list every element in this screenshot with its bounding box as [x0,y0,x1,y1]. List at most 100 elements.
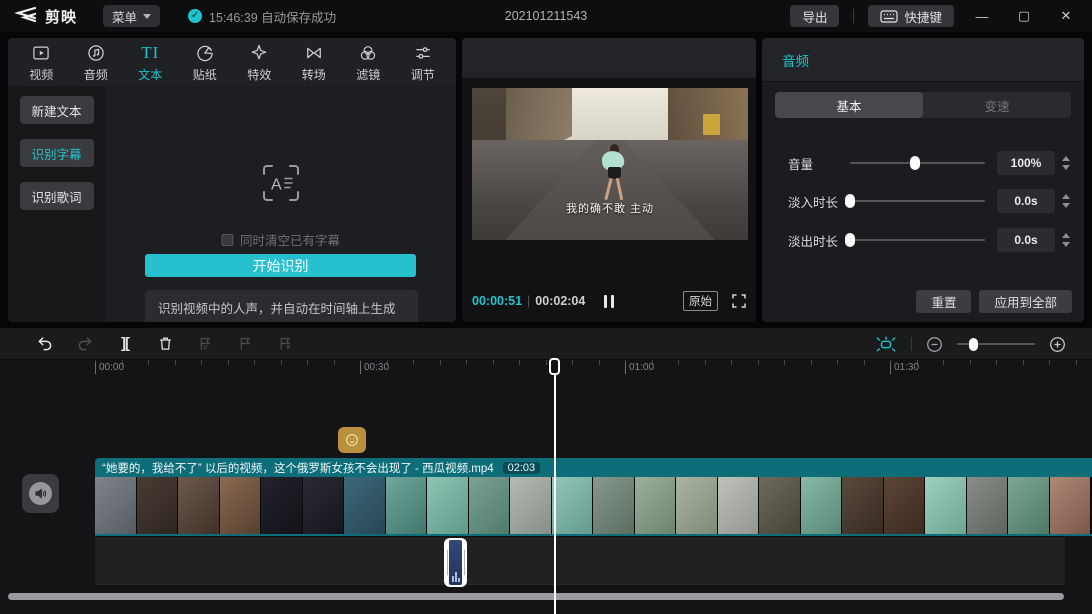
menu-button[interactable]: 菜单 [103,5,161,27]
ruler-tick [307,360,308,365]
clip-thumbnail [385,477,426,534]
step-down-icon[interactable] [1062,203,1070,208]
checkbox-label: 同时清空已有字幕 [239,234,341,248]
fade-out-slider[interactable] [845,233,985,247]
tab-transition[interactable]: 转场 [287,42,342,83]
clip-thumbnail [717,477,758,534]
sidebar-item-recognize-subtitles[interactable]: 识别字幕 [19,139,94,167]
apply-to-all-button[interactable]: 应用到全部 [979,290,1072,313]
original-quality-button[interactable]: 原始 [683,291,718,311]
ruler-tick [466,360,467,365]
clear-existing-subtitles-checkbox[interactable] [220,233,233,246]
selected-audio-clip[interactable] [444,538,467,587]
tab-text[interactable]: TI 文本 [123,42,178,83]
ruler-tick [413,360,414,365]
audio-icon [86,42,106,64]
clip-thumbnail [427,477,468,534]
tab-adjust[interactable]: 调节 [396,42,451,83]
chevron-down-icon [143,13,152,19]
sidebar-item-new-text[interactable]: 新建文本 [19,96,94,124]
preview-subtitle: 我的确不敢 主动 [565,203,655,215]
flag-x-icon[interactable] [276,335,294,353]
close-button[interactable]: ✕ [1052,5,1080,27]
zoom-out-icon[interactable] [926,336,943,353]
ruler-tick [731,360,732,365]
step-up-icon[interactable] [1062,156,1070,161]
slider-thumb[interactable] [909,156,920,170]
ruler-label: 01:30 [890,362,919,374]
subtitle-scan-icon: A [261,163,301,203]
recognize-subtitles-pane: A 同时清空已有字幕 开始识别 识别视频中的人声，并自动在时间轴上生成字幕文本。 [105,86,456,322]
horizontal-scrollbar[interactable] [8,593,1064,600]
volume-slider[interactable] [850,156,985,170]
keyboard-icon [880,9,899,23]
ruler-tick [201,360,202,365]
undo-icon[interactable] [36,335,54,353]
tab-audio[interactable]: 音频 [69,42,124,83]
timeline-zoom-slider[interactable] [957,337,1035,351]
maximize-button[interactable]: ▢ [1010,5,1038,27]
timeline-toolbar: ][ [0,328,1092,360]
ruler-tick [943,360,944,365]
pause-button[interactable] [604,294,614,308]
sticker-clip[interactable] [338,427,366,453]
reset-button[interactable]: 重置 [916,290,972,313]
fade-in-value[interactable]: 0.0s [997,189,1055,213]
track-mute-button[interactable] [22,474,59,513]
timeline-ruler[interactable]: 00:00 00:30 01:00 01:30 [0,358,1092,380]
snap-toggle-icon[interactable] [875,335,897,353]
delete-icon[interactable] [156,335,174,353]
clip-thumbnail [634,477,675,534]
tab-sticker[interactable]: 贴纸 [178,42,233,83]
slider-thumb[interactable] [845,233,855,247]
minimize-button[interactable]: — [968,5,996,27]
export-button[interactable]: 导出 [790,5,840,27]
clip-thumbnail [925,477,966,534]
fullscreen-icon[interactable] [732,294,746,308]
audio-track[interactable] [95,538,1065,587]
fade-in-stepper[interactable] [1062,194,1070,208]
sidebar-item-recognize-lyrics[interactable]: 识别歌词 [19,182,94,210]
filter-icon [358,42,378,64]
video-preview[interactable]: 我的确不敢 主动 [472,88,748,240]
video-track-clip[interactable]: “她要的，我给不了” 以后的视频，这个俄罗斯女孩不会出现了 - 西瓜视频.mp4… [95,458,1092,536]
fade-out-stepper[interactable] [1062,233,1070,247]
zoom-in-icon[interactable] [1049,336,1066,353]
tab-speed[interactable]: 变速 [923,92,1071,118]
volume-value[interactable]: 100% [997,151,1055,175]
tab-filter[interactable]: 滤镜 [341,42,396,83]
check-circle-icon: ✓ [188,9,203,23]
volume-stepper[interactable] [1062,156,1070,170]
transition-icon [304,42,324,64]
tab-effects[interactable]: 特效 [232,42,287,83]
split-icon[interactable]: ][ [116,335,134,353]
ruler-tick [599,360,600,365]
flag-icon[interactable] [236,335,254,353]
fade-in-slider[interactable] [845,194,985,208]
total-timecode: 00:02:04 [535,294,586,308]
ruler-tick [811,360,812,365]
clip-thumbnail [344,477,385,534]
properties-tabbar: 基本 变速 [775,92,1071,118]
ruler-tick [1023,360,1024,365]
slider-thumb[interactable] [968,337,978,351]
step-up-icon[interactable] [1062,194,1070,199]
step-down-icon[interactable] [1062,165,1070,170]
flag-ai-icon[interactable] [196,335,214,353]
fade-out-label: 淡出时长 [788,234,839,249]
ruler-tick [493,360,494,365]
timecode-divider: | [527,294,531,308]
step-down-icon[interactable] [1062,242,1070,247]
start-recognition-button[interactable]: 开始识别 [145,254,416,277]
tab-basic[interactable]: 基本 [775,92,923,118]
slider-thumb[interactable] [845,194,855,208]
preview-header [462,38,756,78]
tab-video[interactable]: 视频 [14,42,69,83]
clip-thumbnail [510,477,551,534]
shortcuts-button[interactable]: 快捷键 [868,5,954,27]
playhead[interactable] [549,358,560,614]
step-up-icon[interactable] [1062,233,1070,238]
redo-icon[interactable] [76,335,94,353]
timeline-panel: ][ 00:00 00:30 01:00 01:30 “她要的，我给不了” 以后的视频… [0,328,1092,614]
fade-out-value[interactable]: 0.0s [997,228,1055,252]
